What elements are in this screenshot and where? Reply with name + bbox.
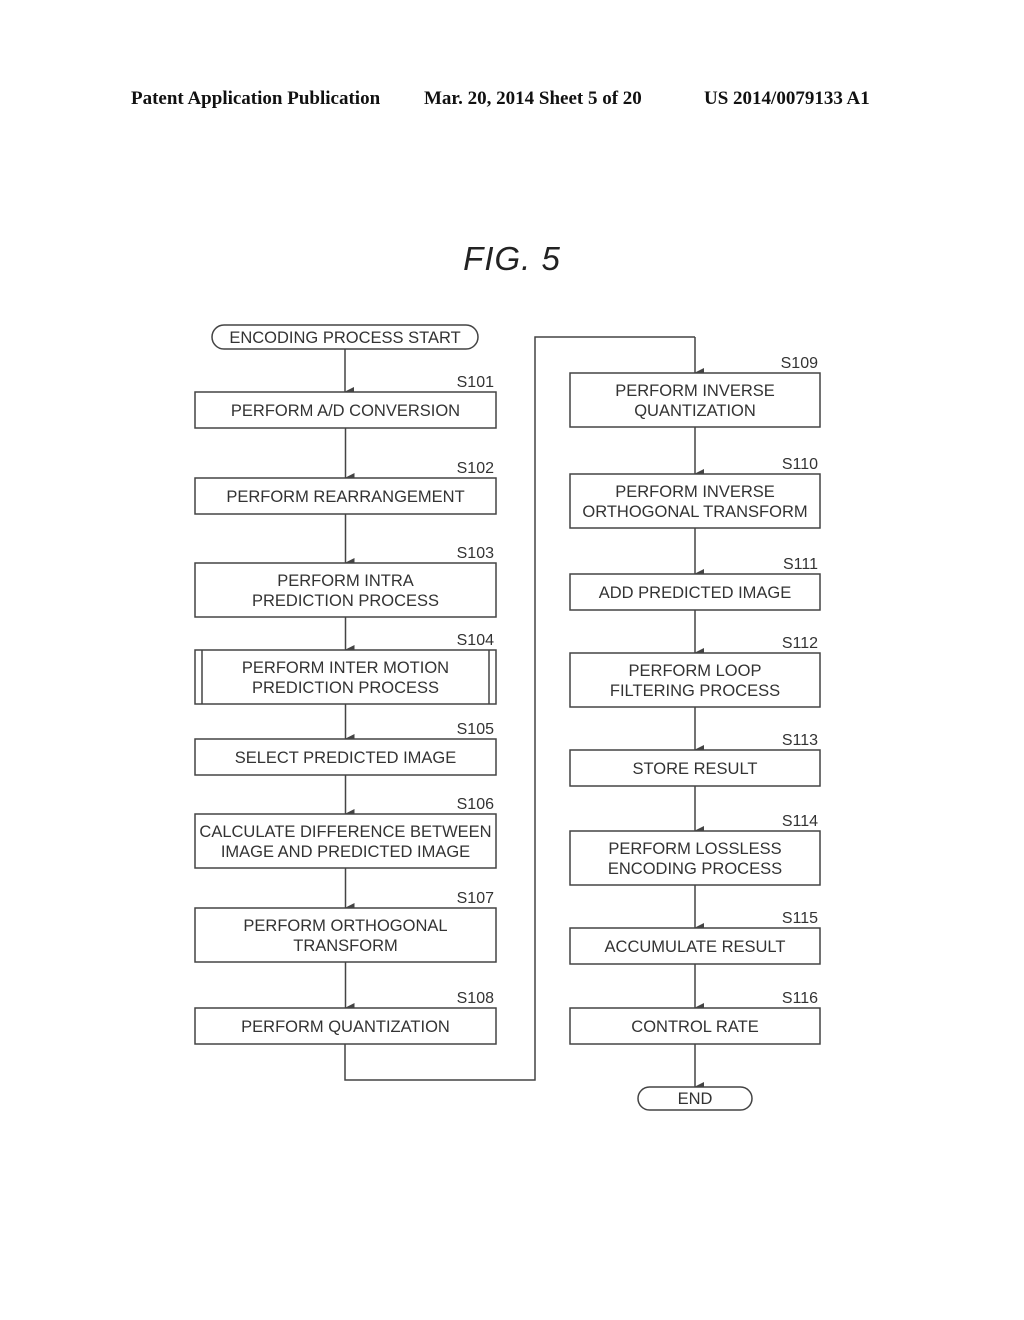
step-text: PERFORM LOOP	[629, 662, 762, 680]
connector-s108-s109	[344, 336, 695, 1081]
step-text: PERFORM QUANTIZATION	[241, 1018, 450, 1036]
step-text: ACCUMULATE RESULT	[605, 938, 786, 956]
step-text: PREDICTION PROCESS	[252, 679, 439, 697]
step-text: STORE RESULT	[633, 760, 758, 778]
step-id-label: S114	[782, 813, 818, 830]
step-id-label: S111	[783, 556, 818, 573]
step-id-label: S108	[457, 990, 494, 1007]
step-text: IMAGE AND PREDICTED IMAGE	[221, 843, 470, 861]
step-id-label: S102	[457, 460, 494, 477]
step-text: PERFORM REARRANGEMENT	[226, 488, 464, 506]
step-text: ADD PREDICTED IMAGE	[599, 584, 792, 602]
end-terminator: END	[637, 1086, 753, 1111]
step-text: ORTHOGONAL TRANSFORM	[582, 503, 807, 521]
step-id-label: S105	[457, 721, 494, 738]
step-text: TRANSFORM	[293, 937, 398, 955]
step-text: PERFORM INTER MOTION	[242, 659, 449, 677]
step-id-label: S104	[457, 632, 494, 649]
step-text: PERFORM INVERSE	[615, 382, 775, 400]
step-text: ENCODING PROCESS	[608, 860, 782, 878]
step-text: PERFORM LOSSLESS	[608, 840, 781, 858]
step-text: CALCULATE DIFFERENCE BETWEEN	[199, 823, 491, 841]
step-id-label: S107	[457, 890, 494, 907]
step-id-label: S112	[782, 635, 818, 652]
step-text: PERFORM INTRA	[277, 572, 414, 590]
step-id-label: S113	[782, 732, 818, 749]
step-id-label: S110	[782, 456, 818, 473]
step-id-label: S116	[782, 990, 818, 1007]
step-text: CONTROL RATE	[631, 1018, 758, 1036]
start-terminator: ENCODING PROCESS START	[211, 324, 479, 350]
step-text: QUANTIZATION	[634, 402, 756, 420]
step-id-label: S101	[457, 374, 494, 391]
step-id-label: S103	[457, 545, 494, 562]
step-text: PERFORM INVERSE	[615, 483, 775, 501]
step-text: FILTERING PROCESS	[610, 682, 780, 700]
step-text: PERFORM ORTHOGONAL	[243, 917, 447, 935]
step-id-label: S115	[782, 910, 818, 927]
start-label: ENCODING PROCESS START	[229, 329, 460, 347]
step-text: PREDICTION PROCESS	[252, 592, 439, 610]
step-id-label: S109	[781, 355, 818, 372]
step-text: SELECT PREDICTED IMAGE	[235, 749, 457, 767]
step-id-label: S106	[457, 796, 494, 813]
flowchart: ENCODING PROCESS START END S101 PERFORM A/D…	[194, 324, 821, 1111]
end-label: END	[678, 1090, 713, 1108]
step-text: PERFORM A/D CONVERSION	[231, 402, 460, 420]
